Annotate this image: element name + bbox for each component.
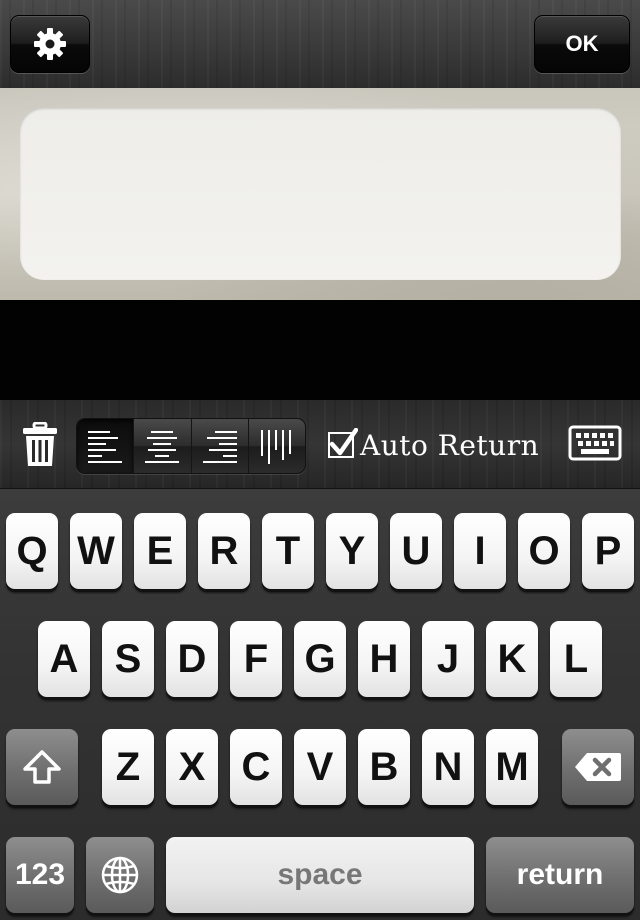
shift-arrow-icon — [23, 750, 61, 784]
shift-key[interactable] — [6, 729, 78, 805]
align-right-button[interactable] — [192, 419, 249, 473]
backspace-key[interactable] — [562, 729, 634, 805]
globe-key[interactable] — [86, 837, 154, 913]
key-m[interactable]: M — [486, 729, 538, 805]
trash-icon[interactable] — [20, 422, 60, 468]
vertical-lines-icon — [260, 430, 291, 464]
keyboard-icon[interactable] — [568, 425, 622, 461]
checkmark-icon — [329, 428, 358, 456]
key-u[interactable]: U — [390, 513, 442, 589]
key-k[interactable]: K — [486, 621, 538, 697]
key-r[interactable]: R — [198, 513, 250, 589]
key-d[interactable]: D — [166, 621, 218, 697]
paper-background — [0, 88, 640, 300]
align-left-button[interactable] — [77, 419, 135, 473]
format-toolbar: Auto Return — [0, 400, 640, 488]
auto-return-toggle[interactable]: Auto Return — [328, 424, 539, 466]
key-h[interactable]: H — [358, 621, 410, 697]
vertical-text-button[interactable] — [249, 419, 305, 473]
text-input-area[interactable] — [20, 108, 621, 280]
key-w[interactable]: W — [70, 513, 122, 589]
key-s[interactable]: S — [102, 621, 154, 697]
key-b[interactable]: B — [358, 729, 410, 805]
auto-return-label: Auto Return — [360, 428, 540, 462]
key-n[interactable]: N — [422, 729, 474, 805]
auto-return-checkbox[interactable] — [328, 428, 358, 458]
ok-button[interactable]: OK — [534, 15, 630, 73]
key-i[interactable]: I — [454, 513, 506, 589]
key-v[interactable]: V — [294, 729, 346, 805]
on-screen-keyboard: Q W E R T Y U I O P A S D F G H J K L Z … — [0, 488, 640, 920]
globe-icon — [101, 856, 139, 894]
space-key[interactable]: space — [166, 837, 474, 913]
key-q[interactable]: Q — [6, 513, 58, 589]
key-z[interactable]: Z — [102, 729, 154, 805]
key-y[interactable]: Y — [326, 513, 378, 589]
key-t[interactable]: T — [262, 513, 314, 589]
return-key[interactable]: return — [486, 837, 634, 913]
settings-button[interactable] — [10, 15, 90, 73]
key-x[interactable]: X — [166, 729, 218, 805]
alignment-segmented-control — [76, 418, 306, 474]
backspace-icon — [575, 753, 621, 781]
align-right-icon — [202, 431, 237, 463]
preview-area — [0, 300, 640, 400]
align-left-icon — [88, 431, 123, 463]
key-c[interactable]: C — [230, 729, 282, 805]
align-center-icon — [145, 431, 180, 463]
key-l[interactable]: L — [550, 621, 602, 697]
key-p[interactable]: P — [582, 513, 634, 589]
align-center-button[interactable] — [134, 419, 192, 473]
key-g[interactable]: G — [294, 621, 346, 697]
gear-icon — [34, 28, 66, 60]
key-o[interactable]: O — [518, 513, 570, 589]
key-j[interactable]: J — [422, 621, 474, 697]
top-bar: OK — [0, 0, 640, 88]
key-f[interactable]: F — [230, 621, 282, 697]
numbers-key[interactable]: 123 — [6, 837, 74, 913]
key-e[interactable]: E — [134, 513, 186, 589]
key-a[interactable]: A — [38, 621, 90, 697]
